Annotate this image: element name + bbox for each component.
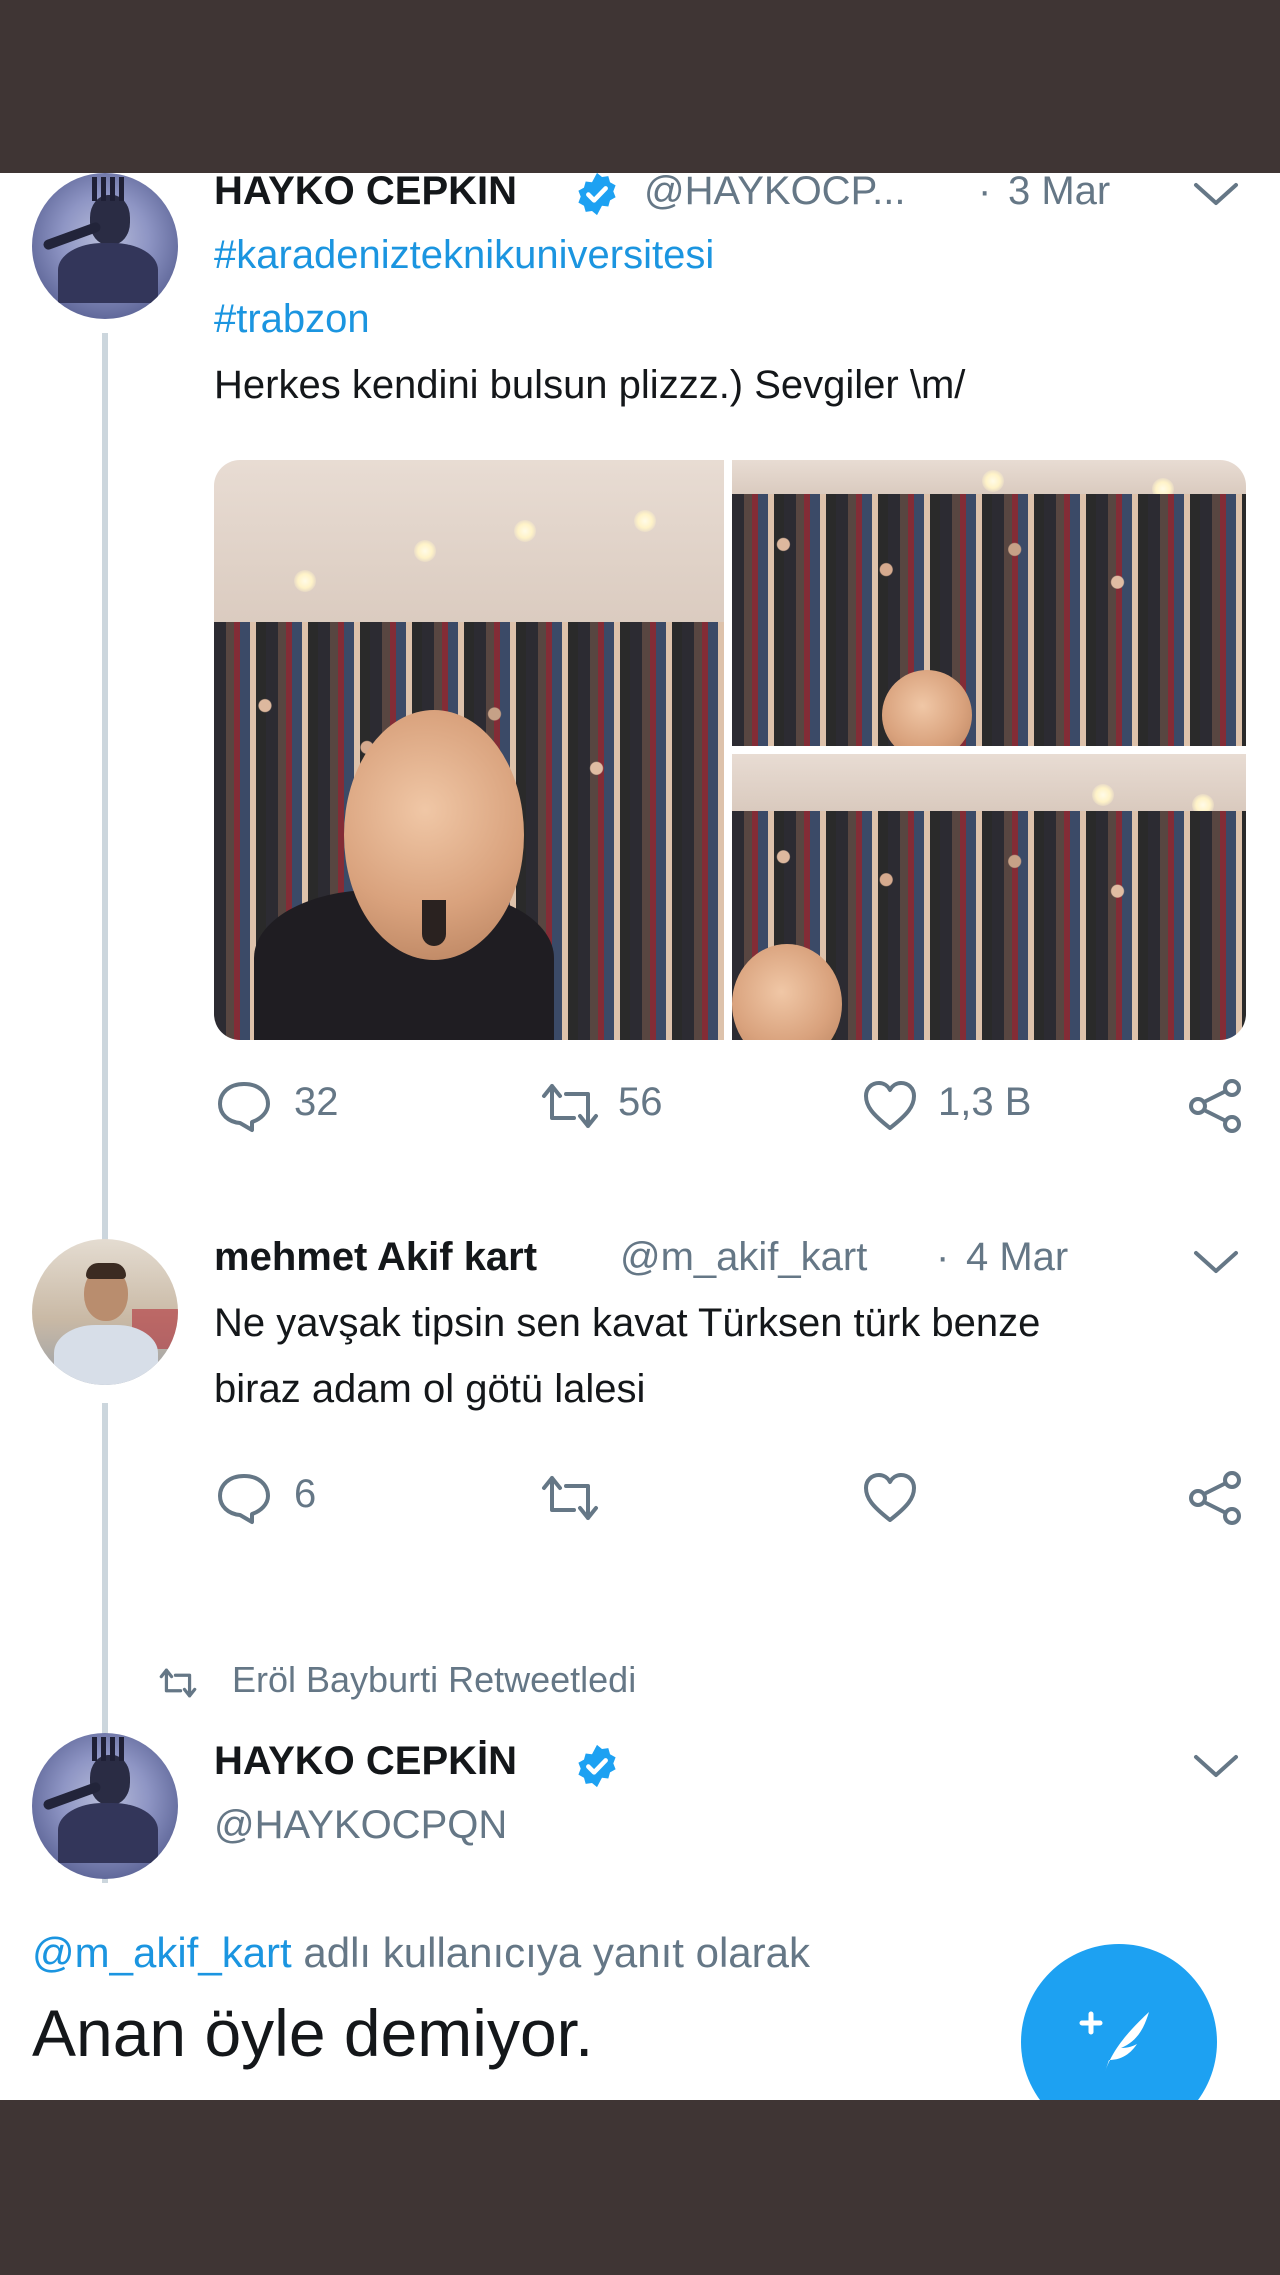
- photo-3[interactable]: [732, 754, 1246, 1040]
- tweet1-photo-grid: [214, 460, 1246, 1040]
- avatar-hayko[interactable]: [32, 173, 178, 319]
- reply-count: 32: [294, 1080, 339, 1124]
- photo-2[interactable]: [732, 460, 1246, 746]
- like-icon: [864, 1473, 916, 1522]
- retweet-icon: [542, 1476, 598, 1520]
- thread-line-1: [102, 333, 108, 1383]
- avatar-mehmet[interactable]: [32, 1239, 178, 1385]
- share-button[interactable]: [1186, 1078, 1246, 1134]
- reply-button[interactable]: 32: [214, 1078, 354, 1134]
- like-icon: [864, 1081, 916, 1130]
- reply-count: 6: [294, 1472, 317, 1516]
- retweet-count: 56: [618, 1080, 663, 1124]
- chevron-down-icon[interactable]: [1192, 1751, 1240, 1781]
- hashtag-link[interactable]: #karadenizteknikuniversitesi: [214, 233, 714, 278]
- tweet1-handle[interactable]: @HAYKOCP...: [644, 173, 905, 214]
- reply-icon: [218, 1474, 270, 1524]
- tweet1-date[interactable]: 3 Mar: [1008, 173, 1110, 214]
- like-count: 1,3 B: [938, 1080, 1032, 1124]
- top-dark-bar: [0, 0, 1280, 173]
- compose-tweet-button[interactable]: [1021, 1944, 1217, 2100]
- reply-icon: [218, 1082, 270, 1132]
- tweet2-text-line1: Ne yavşak tipsin sen kavat Türksen türk …: [214, 1301, 1041, 1345]
- tweet1-text: Herkes kendini bulsun plizzz.) Sevgiler …: [214, 363, 966, 407]
- reply-to-label: adlı kullanıcıya yanıt olarak: [291, 1929, 810, 1976]
- reply-mention-link[interactable]: @m_akif_kart: [32, 1929, 292, 1976]
- compose-icon: [1079, 2011, 1149, 2072]
- tweet3-text: Anan öyle demiyor.: [32, 1996, 594, 2070]
- bottom-dark-bar: [0, 2100, 1280, 2275]
- retweeted-by-label[interactable]: Eröl Bayburti Retweetledi: [232, 1659, 636, 1701]
- tweet1-author-name[interactable]: HAYKO CEPKIN: [214, 173, 517, 214]
- chevron-down-icon[interactable]: [1192, 1247, 1240, 1277]
- separator-dot: ·: [936, 1235, 950, 1279]
- retweet-icon: [542, 1084, 598, 1128]
- tweet2-author-name[interactable]: mehmet Akif kart: [214, 1235, 537, 1280]
- tweet3-author-name[interactable]: HAYKO CEPKİN: [214, 1739, 517, 1784]
- tweet3-handle[interactable]: @HAYKOCPQN: [214, 1803, 507, 1848]
- photo-1[interactable]: [214, 460, 724, 1040]
- reply-button[interactable]: 6: [214, 1470, 334, 1526]
- hashtag-link[interactable]: #trabzon: [214, 297, 370, 342]
- like-button[interactable]: 1,3 B: [860, 1078, 1060, 1134]
- separator-dot: ·: [978, 173, 992, 213]
- share-icon: [1189, 1471, 1241, 1525]
- retweet-button[interactable]: 56: [534, 1078, 694, 1134]
- reply-to-line: @m_akif_kart adlı kullanıcıya yanıt olar…: [32, 1929, 810, 1977]
- avatar-hayko[interactable]: [32, 1733, 178, 1879]
- chevron-down-icon[interactable]: [1192, 179, 1240, 209]
- tweet-thread-screen: HAYKO CEPKIN @HAYKOCP... · 3 Mar #karade…: [0, 173, 1280, 2100]
- tweet2-handle[interactable]: @m_akif_kart: [620, 1235, 867, 1280]
- verified-icon: [578, 1744, 616, 1788]
- retweet-button[interactable]: [534, 1470, 606, 1526]
- share-icon: [1189, 1079, 1241, 1133]
- verified-icon: [578, 173, 616, 216]
- tweet2-text-line2: biraz adam ol götü lalesi: [214, 1367, 646, 1411]
- tweet2-date[interactable]: 4 Mar: [966, 1235, 1068, 1280]
- retweet-icon: [159, 1668, 197, 1698]
- share-button[interactable]: [1186, 1470, 1246, 1526]
- like-button[interactable]: [860, 1470, 920, 1526]
